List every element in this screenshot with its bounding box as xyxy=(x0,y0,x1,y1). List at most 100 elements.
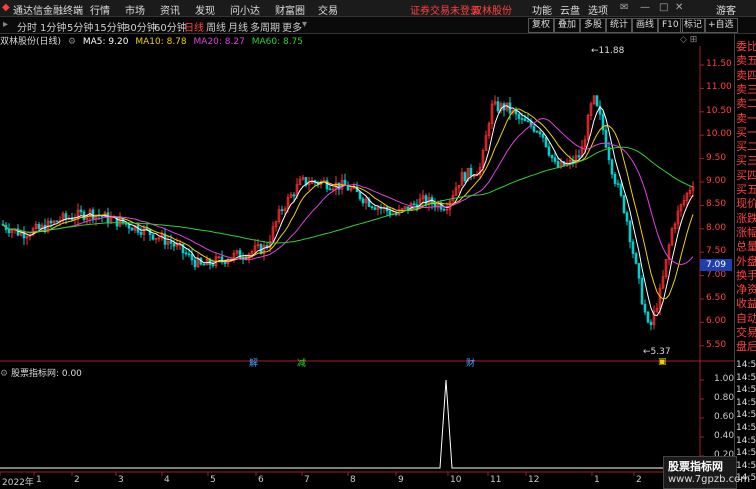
candle xyxy=(382,204,386,214)
event-marker-icon[interactable]: ▣ xyxy=(658,357,667,367)
indicator-tick: 0.40 xyxy=(714,431,735,441)
candle xyxy=(232,250,236,263)
candle xyxy=(655,303,659,314)
kline-chart[interactable] xyxy=(0,0,734,487)
time-tick: 4 xyxy=(164,475,170,485)
candle xyxy=(262,241,266,261)
candle xyxy=(664,259,668,280)
candle xyxy=(595,94,599,107)
time-tick: 9 xyxy=(398,475,404,485)
candle xyxy=(379,203,383,215)
indicator-tick: 0.60 xyxy=(714,412,735,422)
time-tick: 1 xyxy=(594,475,600,485)
candle xyxy=(691,181,695,197)
high-annotation: ←11.88 xyxy=(591,46,625,56)
candle xyxy=(70,212,74,221)
candle xyxy=(607,141,611,165)
candle xyxy=(79,205,83,216)
price-tick: 9.50 xyxy=(706,152,727,163)
price-tick: 5.50 xyxy=(706,339,727,350)
candle xyxy=(547,142,551,158)
candle xyxy=(385,205,389,217)
candle xyxy=(166,235,170,250)
price-tick: 11.50 xyxy=(706,59,732,69)
candle xyxy=(571,155,575,168)
candle xyxy=(535,130,539,133)
candle xyxy=(184,248,188,257)
candle xyxy=(652,305,656,330)
candle xyxy=(148,228,152,241)
quote-field-label: 盘后 xyxy=(736,340,756,354)
candle xyxy=(493,95,497,106)
candle xyxy=(265,242,269,250)
tick-time: 14:50 xyxy=(736,397,756,408)
time-tick: 6 xyxy=(258,475,264,485)
candle xyxy=(514,106,518,120)
candle xyxy=(205,255,209,266)
candle xyxy=(613,171,617,187)
price-tick: 8.50 xyxy=(706,199,727,210)
candle xyxy=(193,257,197,271)
indicator-settings-icon[interactable]: ⚙ xyxy=(0,369,8,379)
candle xyxy=(364,195,368,210)
tick-time: 14:50 xyxy=(736,423,756,433)
candle xyxy=(7,223,11,237)
candle xyxy=(22,226,26,245)
price-tick: 8.00 xyxy=(706,222,727,233)
candle xyxy=(592,95,596,106)
candle xyxy=(388,206,392,218)
candle xyxy=(235,249,239,257)
candle xyxy=(667,242,671,266)
candle xyxy=(310,176,314,185)
candlestick-series xyxy=(1,94,695,331)
indicator-tick: 1.00 xyxy=(714,374,735,384)
indicator-header: ⚙ 股票指标网: 0.00 xyxy=(0,366,82,379)
candle xyxy=(130,227,134,231)
candle xyxy=(604,124,608,149)
candle xyxy=(214,252,218,269)
candle xyxy=(622,194,626,214)
candle xyxy=(625,210,629,226)
candle xyxy=(40,222,44,232)
ma5-line xyxy=(2,105,694,317)
candle xyxy=(433,198,437,212)
time-tick: 2 xyxy=(636,475,642,485)
current-price-tag: 7.09 xyxy=(700,259,732,271)
event-marker-jian[interactable]: 减 xyxy=(297,356,306,369)
candle xyxy=(301,175,305,181)
low-value: 5.37 xyxy=(650,347,671,357)
price-tick: 9.00 xyxy=(706,176,727,186)
candle xyxy=(610,158,614,179)
time-tick: 7 xyxy=(304,475,310,485)
watermark-url: www.7gpzb.com xyxy=(668,474,750,485)
candle xyxy=(619,181,623,198)
ma60-line xyxy=(2,146,694,244)
time-tick: 3 xyxy=(118,475,124,485)
candle xyxy=(499,101,503,114)
candle xyxy=(637,262,641,284)
candle xyxy=(28,232,32,241)
candle xyxy=(640,275,644,305)
candle xyxy=(217,255,221,260)
price-tick: 6.50 xyxy=(706,293,727,303)
candle xyxy=(463,171,467,184)
candle xyxy=(541,133,545,143)
candle xyxy=(358,190,362,202)
price-tick: 7.00 xyxy=(706,269,727,280)
candle xyxy=(277,205,281,224)
candle xyxy=(532,123,536,134)
candle xyxy=(139,227,143,238)
candle xyxy=(154,237,158,244)
indicator-title[interactable]: 股票指标网 xyxy=(11,369,56,379)
event-marker-jie[interactable]: 解 xyxy=(249,356,258,369)
time-tick: 11 xyxy=(490,475,502,485)
candle xyxy=(550,154,554,163)
candle xyxy=(448,199,452,216)
tick-time: 14:50 xyxy=(736,448,756,459)
event-marker-cai[interactable]: 财 xyxy=(466,356,475,369)
candle xyxy=(598,100,602,120)
price-tick: 10.50 xyxy=(706,105,732,116)
candle xyxy=(682,194,686,208)
indicator-value: : 0.00 xyxy=(55,369,82,379)
ma20-line xyxy=(2,117,694,266)
